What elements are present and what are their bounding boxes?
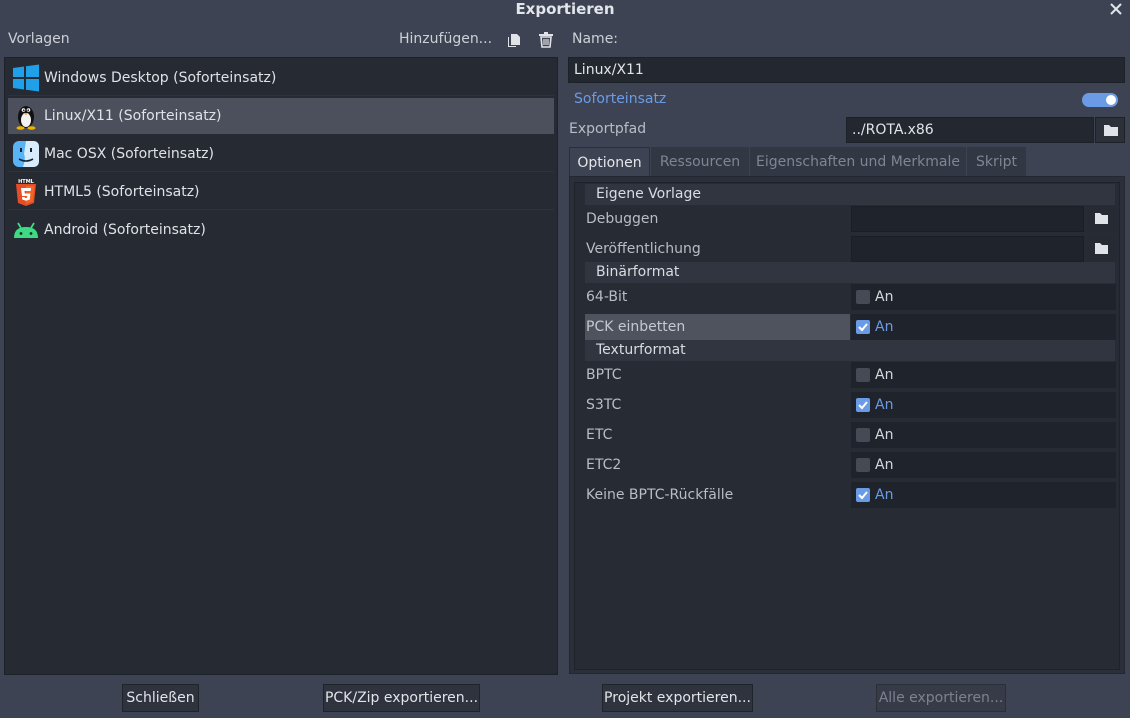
macos-finder-icon — [12, 140, 40, 168]
checkbox-checked-icon — [856, 398, 870, 412]
preset-label: Mac OSX (Soforteinsatz) — [44, 146, 214, 162]
debug-template-input[interactable] — [851, 206, 1084, 232]
preset-item-linux[interactable]: Linux/X11 (Soforteinsatz) — [8, 98, 554, 134]
checkbox-icon — [856, 428, 870, 442]
close-icon[interactable] — [1108, 0, 1124, 18]
s3tc-label: S3TC — [586, 397, 622, 413]
export-path-input[interactable]: ../ROTA.x86 — [846, 117, 1094, 143]
presets-label: Vorlagen — [8, 31, 70, 47]
release-template-input[interactable] — [851, 236, 1084, 262]
trash-icon[interactable] — [538, 32, 554, 48]
preset-item-html5[interactable]: HTML HTML5 (Soforteinsatz) — [8, 174, 554, 210]
section-texture-format[interactable]: Texturformat — [585, 340, 1115, 361]
bit64-label: 64-Bit — [586, 289, 628, 305]
tab-optionen[interactable]: Optionen — [569, 147, 650, 177]
bptc-label: BPTC — [586, 367, 622, 383]
checkbox-text: An — [875, 427, 894, 443]
export-all-button[interactable]: Alle exportieren... — [876, 684, 1006, 712]
checkbox-text: An — [875, 367, 894, 383]
linux-tux-icon — [12, 102, 40, 130]
section-custom-template[interactable]: Eigene Vorlage — [585, 184, 1115, 205]
release-template-label: Veröffentlichung — [586, 241, 701, 257]
s3tc-checkbox[interactable]: An — [851, 392, 1116, 418]
etc2-label: ETC2 — [586, 457, 622, 473]
duplicate-icon[interactable] — [506, 32, 522, 48]
checkbox-text: An — [875, 319, 894, 335]
embed-pck-label: PCK einbetten — [585, 314, 850, 340]
debug-template-label: Debuggen — [586, 211, 659, 227]
folder-icon — [1095, 213, 1108, 224]
debug-template-browse-button[interactable] — [1087, 206, 1116, 232]
preset-item-macos[interactable]: Mac OSX (Soforteinsatz) — [8, 136, 554, 172]
preset-label: HTML5 (Soforteinsatz) — [44, 184, 200, 200]
folder-icon — [1095, 243, 1108, 254]
checkbox-text: An — [875, 289, 894, 305]
export-pck-zip-button[interactable]: PCK/Zip exportieren... — [323, 684, 480, 712]
folder-icon — [1104, 125, 1118, 136]
tab-eigenschaften[interactable]: Eigenschaften und Merkmale — [750, 147, 966, 177]
export-project-button[interactable]: Projekt exportieren... — [602, 684, 753, 712]
add-preset-button[interactable]: Hinzufügen... — [399, 31, 492, 47]
name-label: Name: — [572, 31, 619, 47]
etc-checkbox[interactable]: An — [851, 422, 1116, 448]
preset-label: Android (Soforteinsatz) — [44, 222, 206, 238]
dialog-title: Exportieren — [515, 0, 615, 18]
section-title: Eigene Vorlage — [596, 186, 701, 202]
no-bptc-fallbacks-label: Keine BPTC-Rückfälle — [586, 487, 734, 503]
android-icon — [12, 216, 40, 244]
no-bptc-fallbacks-checkbox[interactable]: An — [851, 482, 1116, 508]
windows-icon — [12, 64, 40, 92]
section-title: Texturformat — [596, 342, 686, 358]
preset-item-android[interactable]: Android (Soforteinsatz) — [8, 212, 554, 248]
etc2-checkbox[interactable]: An — [851, 452, 1116, 478]
checkbox-checked-icon — [856, 320, 870, 334]
tab-ressourcen[interactable]: Ressourcen — [651, 147, 749, 177]
checkbox-icon — [856, 458, 870, 472]
bit64-checkbox[interactable]: An — [851, 284, 1116, 310]
runnable-label: Soforteinsatz — [574, 91, 667, 107]
bptc-checkbox[interactable]: An — [851, 362, 1116, 388]
checkbox-icon — [856, 290, 870, 304]
export-path-label: Exportpfad — [569, 121, 647, 137]
html5-icon: HTML — [12, 178, 40, 206]
checkbox-text: An — [875, 487, 894, 503]
runnable-toggle[interactable] — [1082, 93, 1118, 107]
preset-label: Windows Desktop (Soforteinsatz) — [44, 70, 277, 86]
checkbox-text: An — [875, 397, 894, 413]
close-button[interactable]: Schließen — [122, 684, 199, 712]
preset-item-windows[interactable]: Windows Desktop (Soforteinsatz) — [8, 60, 554, 96]
checkbox-checked-icon — [856, 488, 870, 502]
checkbox-text: An — [875, 457, 894, 473]
section-binary-format[interactable]: Binärformat — [585, 262, 1115, 283]
export-path-browse-button[interactable] — [1095, 117, 1125, 143]
section-title: Binärformat — [596, 264, 680, 280]
checkbox-icon — [856, 368, 870, 382]
preset-label: Linux/X11 (Soforteinsatz) — [44, 108, 222, 124]
presets-list: Windows Desktop (Soforteinsatz) Linux/X1… — [4, 57, 558, 675]
etc-label: ETC — [586, 427, 613, 443]
embed-pck-checkbox[interactable]: An — [851, 314, 1116, 340]
release-template-browse-button[interactable] — [1087, 236, 1116, 262]
tab-skript[interactable]: Skript — [967, 147, 1026, 177]
name-input[interactable]: Linux/X11 — [568, 57, 1125, 83]
